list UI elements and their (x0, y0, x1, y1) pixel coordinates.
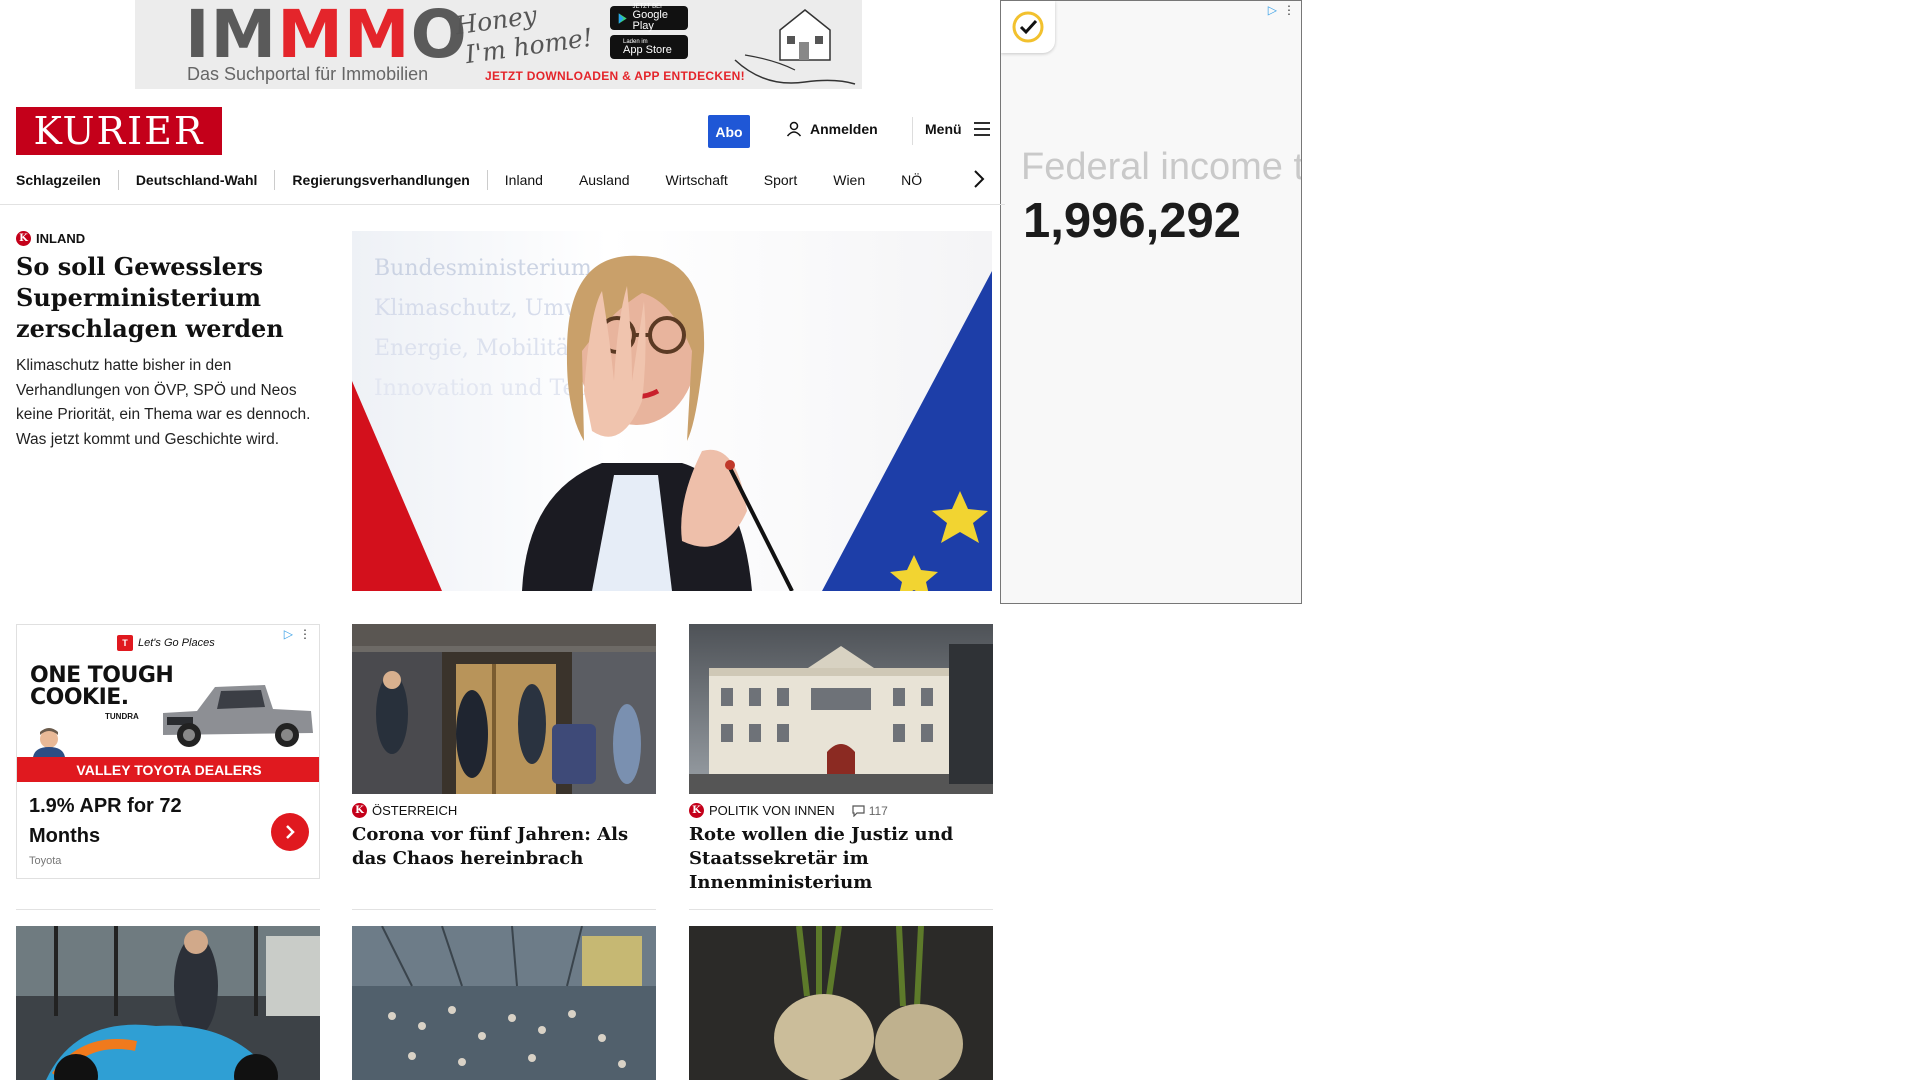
toyota-dealer-band: VALLEY TOYOTA DEALERS (17, 757, 319, 782)
immmo-cta[interactable]: JETZT DOWNLOADEN & APP ENTDECKEN! (485, 69, 745, 83)
nav-item-wirtschaft[interactable]: Wirtschaft (666, 172, 728, 188)
toyota-advertiser: Toyota (29, 855, 62, 867)
checkmark-icon (1012, 11, 1044, 43)
kurier-logo[interactable]: KURIER (16, 107, 222, 155)
motorbike-showroom-photo (16, 926, 320, 1080)
login-button[interactable]: Anmelden (786, 121, 878, 137)
card-image-corona[interactable] (352, 624, 656, 794)
lead-teaser: Klimaschutz hatte bisher in den Verhandl… (16, 357, 311, 448)
lead-photo-illustration: Bundesministerium Klimaschutz, Umwelt En… (352, 255, 992, 591)
immmo-tagline: Das Suchportal für Immobilien (187, 64, 429, 84)
ad-choices[interactable]: ▷ ⋮ (1268, 3, 1295, 17)
hamburger-icon (973, 122, 990, 136)
chevron-right-icon (286, 825, 295, 839)
pickup-truck-image (163, 685, 313, 747)
chevron-right-icon[interactable] (972, 168, 986, 190)
toyota-brand: T Let's Go Places (117, 635, 215, 651)
ad-choices[interactable]: ▷ ⋮ (284, 627, 311, 641)
row-divider (689, 909, 993, 910)
side-ad-number: 1,996,292 (1023, 194, 1241, 248)
toyota-model: TUNDRA (105, 712, 139, 721)
header-divider (912, 117, 913, 145)
toyota-ad[interactable]: T Let's Go Places ▷ ⋮ ONE TOUGH COOKIE. … (16, 624, 320, 879)
login-label: Anmelden (810, 121, 878, 137)
dealer-person-image (33, 728, 65, 757)
ad-choices-icon[interactable]: ▷ (284, 627, 293, 641)
google-play-button[interactable]: JETZT BEI Google Play (610, 4, 688, 32)
hotel-entrance-photo (352, 624, 656, 794)
card-headline-justiz[interactable]: Rote wollen die Justiz und Staatssekretä… (689, 823, 993, 895)
top-banner-ad[interactable]: IMMMO Das Suchportal für Immobilien Hone… (135, 0, 862, 89)
nav-divider-line (0, 204, 1005, 205)
palace-building-photo (689, 624, 993, 794)
card-headline-corona[interactable]: Corona vor fünf Jahren: Als das Chaos he… (352, 823, 656, 871)
nav-item-deutschland-wahl[interactable]: Deutschland-Wahl (136, 172, 258, 188)
svg-text:Bundesministerium: Bundesministerium (374, 256, 592, 281)
nav-item-wien[interactable]: Wien (833, 172, 865, 188)
nav-item-inland[interactable]: Inland (505, 172, 543, 188)
row-divider (16, 909, 320, 910)
card-image-celery[interactable] (689, 926, 993, 1080)
kurier-k-icon: K (352, 803, 367, 818)
abo-button[interactable]: Abo (708, 115, 750, 148)
toyota-go-button[interactable] (271, 813, 309, 851)
nav-divider (117, 170, 119, 190)
card-kicker-politik-von-innen[interactable]: K POLITIK VON INNEN 117 (689, 803, 888, 818)
nav-item-sport[interactable]: Sport (764, 172, 797, 188)
comment-count[interactable]: 117 (852, 804, 888, 818)
more-options-icon[interactable]: ⋮ (1283, 3, 1295, 17)
immmo-logo: IMMMO (185, 0, 468, 73)
more-options-icon[interactable]: ⋮ (299, 627, 311, 641)
nav-item-ausland[interactable]: Ausland (579, 172, 630, 188)
side-ad-badge (1001, 1, 1055, 53)
lead-kicker[interactable]: K INLAND (16, 231, 85, 246)
house-in-hand-icon (734, 9, 856, 85)
comment-icon (852, 804, 865, 817)
station-crowd-photo (352, 926, 656, 1080)
ad-choices-icon[interactable]: ▷ (1268, 3, 1277, 17)
row-divider (352, 909, 656, 910)
side-ad-text: Federal income t (1021, 146, 1302, 188)
nav-divider (274, 170, 276, 190)
nav-item-noe[interactable]: NÖ (901, 172, 922, 188)
lead-image[interactable]: Bundesministerium Klimaschutz, Umwelt En… (352, 231, 992, 591)
lead-headline[interactable]: So soll Gewesslers Superministerium zers… (16, 251, 306, 344)
card-image-justiz[interactable] (689, 624, 993, 794)
section-nav: Schlagzeilen Deutschland-Wahl Regierungs… (16, 169, 922, 191)
menu-label: Menü (925, 121, 962, 137)
card-kicker-oesterreich[interactable]: K ÖSTERREICH (352, 803, 457, 818)
toyota-logo-icon: T (117, 635, 133, 651)
kurier-k-icon: K (689, 803, 704, 818)
svg-text:Energie, Mobilität: Energie, Mobilität (374, 336, 578, 361)
play-store-icon (618, 12, 627, 24)
toyota-headline: ONE TOUGH COOKIE. (30, 663, 174, 710)
toyota-offer: 1.9% APR for 72 Months (29, 795, 182, 847)
card-image-motorbike[interactable] (16, 926, 320, 1080)
nav-item-regierungsverhandlungen[interactable]: Regierungsverhandlungen (292, 172, 469, 188)
celery-root-photo (689, 926, 993, 1080)
nav-item-schlagzeilen[interactable]: Schlagzeilen (16, 172, 101, 188)
kurier-k-icon: K (16, 231, 31, 246)
immmo-slogan: Honey I'm home! (453, 0, 595, 70)
nav-divider (486, 170, 488, 190)
app-store-button[interactable]: Laden im App Store (610, 35, 688, 59)
menu-button[interactable]: Menü (925, 121, 990, 137)
user-icon (786, 121, 802, 137)
side-ad[interactable]: ▷ ⋮ Federal income t 1,996,292 (1000, 0, 1302, 604)
card-image-crowd[interactable] (352, 926, 656, 1080)
